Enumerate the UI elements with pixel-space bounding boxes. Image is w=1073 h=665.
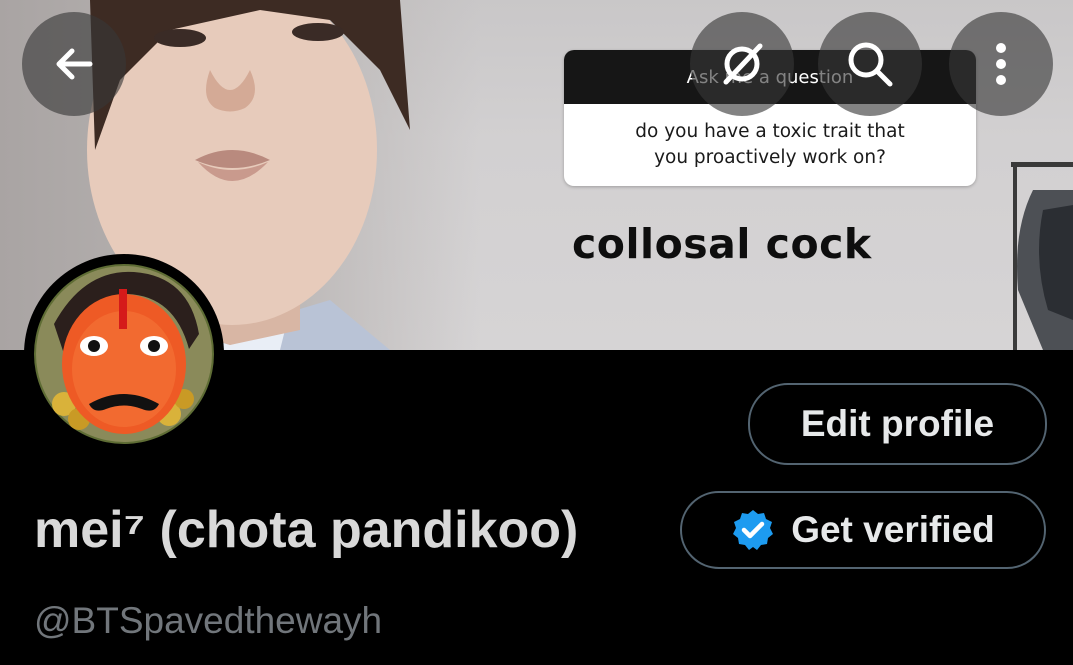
more-vertical-icon (996, 43, 1006, 85)
edit-profile-button[interactable]: Edit profile (748, 383, 1047, 465)
more-options-button[interactable] (949, 12, 1053, 116)
profile-handle: @BTSpavedthewayh (34, 600, 383, 641)
get-verified-button[interactable]: Get verified (680, 491, 1046, 569)
get-verified-label: Get verified (791, 509, 995, 550)
avatar-image (34, 264, 214, 444)
search-button[interactable] (818, 12, 922, 116)
grok-icon (723, 43, 763, 85)
question-line-2: you proactively work on? (654, 147, 886, 168)
arrow-left-icon (56, 48, 93, 80)
banner-clothes-rack (1011, 162, 1073, 350)
verified-badge-icon (733, 510, 774, 550)
ask-question-text: do you have a toxic trait that you proac… (564, 104, 976, 186)
question-line-1: do you have a toxic trait that (635, 121, 905, 142)
search-icon (848, 42, 893, 87)
back-button[interactable] (22, 12, 126, 116)
profile-avatar[interactable] (24, 254, 224, 454)
profile-display-name: mei⁷ (chota pandikoo) (34, 501, 579, 559)
banner-caption: collosal cock (572, 220, 872, 268)
grok-button[interactable] (690, 12, 794, 116)
